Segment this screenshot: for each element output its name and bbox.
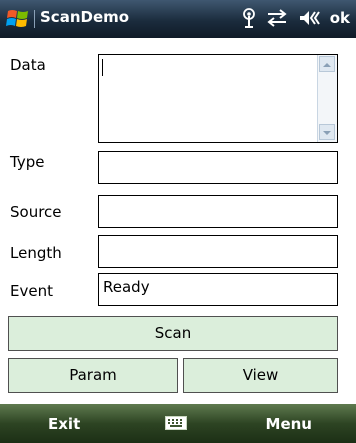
data-textarea[interactable] bbox=[98, 54, 338, 143]
view-button[interactable]: View bbox=[183, 358, 338, 393]
connectivity-icon[interactable] bbox=[266, 9, 288, 27]
scan-form: Data Type Source Length Event Ready Scan… bbox=[0, 38, 356, 399]
menu-softkey[interactable]: Menu bbox=[266, 415, 312, 433]
data-scrollbar[interactable] bbox=[317, 55, 337, 142]
length-label: Length bbox=[10, 244, 62, 262]
scroll-down-arrow-icon[interactable] bbox=[319, 124, 335, 140]
keyboard-icon[interactable] bbox=[165, 416, 187, 430]
soft-key-bar: Exit Menu bbox=[0, 404, 356, 443]
source-field[interactable] bbox=[98, 195, 338, 228]
type-label: Type bbox=[10, 153, 45, 171]
app-title: ScanDemo bbox=[40, 8, 130, 26]
windows-start-icon[interactable] bbox=[6, 7, 30, 31]
ok-button[interactable]: ok bbox=[330, 9, 350, 27]
volume-icon[interactable] bbox=[298, 9, 320, 27]
text-caret bbox=[102, 59, 103, 76]
title-bar: ScanDemo ok bbox=[0, 0, 356, 38]
length-field[interactable] bbox=[98, 235, 338, 268]
source-label: Source bbox=[10, 203, 62, 221]
type-field[interactable] bbox=[98, 151, 338, 184]
exit-softkey[interactable]: Exit bbox=[48, 415, 80, 433]
scroll-up-arrow-icon[interactable] bbox=[319, 56, 335, 72]
param-button[interactable]: Param bbox=[8, 358, 178, 393]
event-field[interactable]: Ready bbox=[98, 273, 338, 306]
data-label: Data bbox=[10, 56, 46, 74]
event-label: Event bbox=[10, 282, 53, 300]
antenna-icon[interactable] bbox=[242, 8, 256, 28]
title-separator bbox=[34, 10, 35, 28]
scan-button[interactable]: Scan bbox=[8, 316, 338, 351]
